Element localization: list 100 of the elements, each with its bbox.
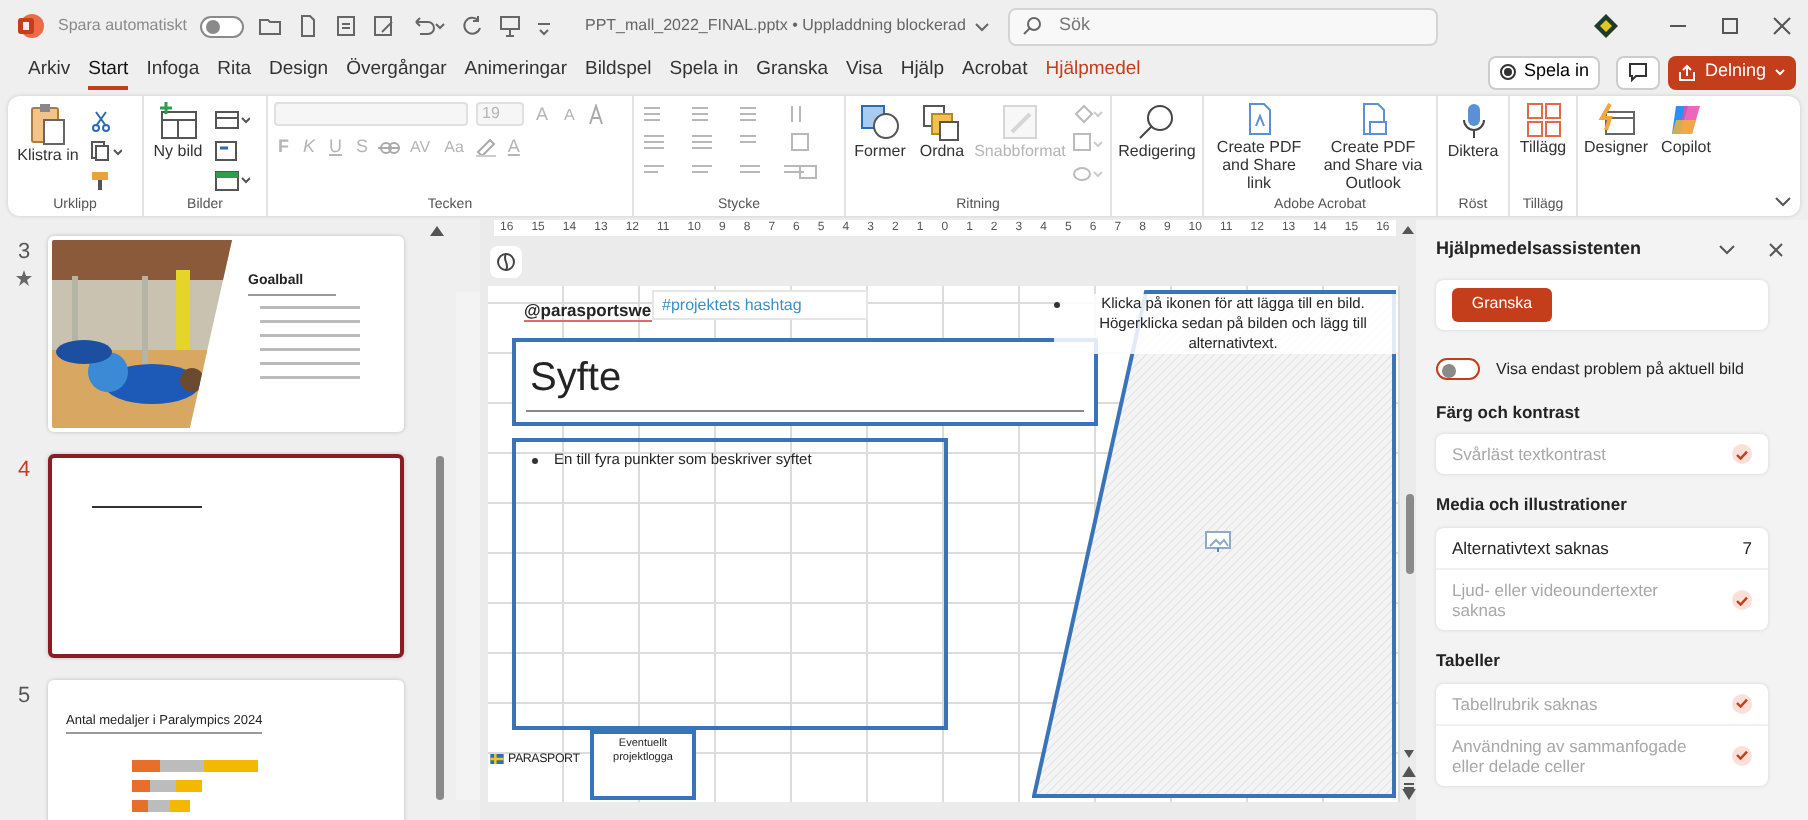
handle-text: @parasportswe bbox=[524, 300, 652, 322]
animation-icon bbox=[16, 269, 32, 285]
scroll-up-icon[interactable] bbox=[1402, 224, 1414, 234]
folder-icon[interactable] bbox=[258, 14, 283, 38]
present-icon[interactable] bbox=[498, 14, 523, 38]
copilot-button[interactable]: Copilot bbox=[1656, 102, 1716, 156]
paste-button[interactable]: Klistra in bbox=[14, 102, 82, 164]
menu-tab[interactable]: Start bbox=[88, 54, 129, 90]
search-icon bbox=[1134, 102, 1179, 142]
reset-icon[interactable] bbox=[214, 140, 238, 162]
record-icon bbox=[1499, 64, 1516, 80]
share-button[interactable]: Delning bbox=[1668, 55, 1796, 89]
menu-tab[interactable]: Acrobat bbox=[961, 54, 1028, 90]
add-ins-button[interactable]: Tillägg bbox=[1519, 102, 1567, 156]
hashtag-placeholder[interactable]: #projektets hashtag bbox=[652, 290, 868, 320]
check-icon bbox=[1732, 693, 1752, 714]
arrange-icon bbox=[919, 102, 964, 142]
globe-icon bbox=[496, 252, 516, 272]
maximize-icon[interactable] bbox=[1720, 16, 1740, 36]
undo-icon[interactable] bbox=[410, 14, 447, 38]
search-icon bbox=[1022, 16, 1043, 36]
bullet-icon bbox=[1054, 302, 1060, 308]
edit-document-icon[interactable] bbox=[372, 14, 397, 38]
editing-button[interactable]: Redigering bbox=[1118, 102, 1196, 160]
check-icon bbox=[1732, 745, 1752, 766]
new-slide-icon bbox=[156, 102, 200, 142]
close-icon[interactable] bbox=[1768, 241, 1784, 258]
grid-icon bbox=[1525, 102, 1561, 138]
new-slide-button[interactable]: Ny bild bbox=[150, 102, 206, 160]
pdf-mail-icon bbox=[1357, 102, 1390, 138]
search-field[interactable]: Sök bbox=[1008, 7, 1439, 45]
create-pdf-outlook-button[interactable]: Create PDF and Share via Outlook bbox=[1316, 102, 1430, 192]
autosave-toggle[interactable] bbox=[200, 15, 245, 37]
chevron-down-icon[interactable] bbox=[973, 18, 990, 34]
cut-icon[interactable] bbox=[90, 110, 112, 132]
pdf-link-icon bbox=[1243, 102, 1276, 138]
shapes-button[interactable]: Former bbox=[852, 102, 908, 160]
bullet-icon bbox=[532, 458, 538, 464]
filter-label: Visa endast problem på aktuell bild bbox=[1496, 357, 1744, 381]
copy-icon[interactable] bbox=[90, 140, 122, 162]
copilot-icon bbox=[1668, 102, 1704, 138]
quick-styles-icon bbox=[1000, 102, 1040, 142]
check-icon bbox=[1732, 444, 1752, 465]
menu-tab[interactable]: Granska bbox=[756, 54, 829, 90]
record-button[interactable]: Spela in bbox=[1487, 55, 1601, 89]
menu-tab[interactable]: Rita bbox=[217, 54, 252, 90]
share-icon bbox=[1678, 63, 1697, 81]
file-icon[interactable] bbox=[296, 14, 321, 38]
menu-tab[interactable]: Design bbox=[269, 54, 329, 90]
autosave-label: Spara automatiskt bbox=[58, 14, 187, 38]
menu-tab[interactable]: Hjälpmedel bbox=[1045, 54, 1141, 90]
menu-tab[interactable]: Övergångar bbox=[346, 54, 447, 90]
section-heading: Media och illustrationer bbox=[1436, 492, 1629, 518]
diamond-icon[interactable] bbox=[1592, 12, 1620, 40]
pane-title: Hjälpmedelsassistenten bbox=[1436, 236, 1644, 262]
section-heading: Tabeller bbox=[1436, 648, 1502, 674]
create-pdf-link-button[interactable]: Create PDF and Share link bbox=[1210, 102, 1309, 192]
dictate-button[interactable]: Diktera bbox=[1447, 102, 1499, 160]
shapes-icon bbox=[857, 102, 902, 142]
scroll-up-icon[interactable] bbox=[430, 224, 444, 236]
comments-button[interactable] bbox=[1616, 55, 1661, 89]
slide-number: 3 bbox=[17, 238, 31, 268]
picture-placeholder[interactable] bbox=[1032, 290, 1398, 800]
menu-tab[interactable]: Arkiv bbox=[28, 54, 71, 90]
document-icon[interactable] bbox=[334, 14, 359, 38]
review-button[interactable]: Granska bbox=[1452, 287, 1552, 321]
menu-tab[interactable]: Bildspel bbox=[584, 54, 652, 90]
designer-button[interactable]: Designer bbox=[1584, 102, 1649, 156]
flag-icon bbox=[490, 754, 504, 765]
app-logo-icon bbox=[16, 12, 44, 40]
issue-count: 7 bbox=[1742, 538, 1752, 558]
close-icon[interactable] bbox=[1772, 16, 1792, 36]
menu-tab[interactable]: Spela in bbox=[669, 54, 739, 90]
microphone-icon bbox=[1459, 102, 1487, 142]
collapse-ribbon-icon[interactable] bbox=[1774, 194, 1792, 208]
redo-icon[interactable] bbox=[460, 14, 485, 38]
scrollbar-thumb[interactable] bbox=[1406, 494, 1414, 574]
menu-tab[interactable]: Hjälp bbox=[900, 54, 944, 90]
issue-label[interactable]: Alternativtext saknas bbox=[1452, 538, 1727, 558]
check-icon bbox=[1732, 590, 1752, 610]
page-navigation-icon[interactable] bbox=[1402, 748, 1416, 800]
menu-tab[interactable]: Infoga bbox=[146, 54, 200, 90]
section-icon[interactable] bbox=[214, 170, 250, 192]
chevron-down-icon[interactable] bbox=[1718, 242, 1736, 257]
designer-icon bbox=[1596, 102, 1636, 138]
text-lines-drawing bbox=[260, 306, 360, 380]
filter-toggle[interactable] bbox=[1436, 358, 1480, 380]
format-painter-icon[interactable] bbox=[90, 170, 112, 192]
menu-tab[interactable]: Visa bbox=[846, 54, 883, 90]
document-title[interactable]: PPT_mall_2022_FINAL.pptx • Uppladdning blockerad bbox=[584, 14, 966, 38]
comment-icon bbox=[1628, 62, 1649, 82]
scrollbar-thumb[interactable] bbox=[436, 456, 444, 800]
slide-number: 4 bbox=[17, 456, 31, 486]
title-placeholder[interactable]: Syfte bbox=[512, 338, 1098, 426]
arrange-button[interactable]: Ordna bbox=[915, 102, 968, 160]
layout-icon[interactable] bbox=[214, 110, 250, 132]
slide-number: 5 bbox=[17, 682, 31, 712]
designer-button[interactable] bbox=[490, 246, 522, 278]
menu-tab[interactable]: Animeringar bbox=[464, 54, 567, 90]
slide-thumbnail[interactable] bbox=[48, 454, 404, 658]
